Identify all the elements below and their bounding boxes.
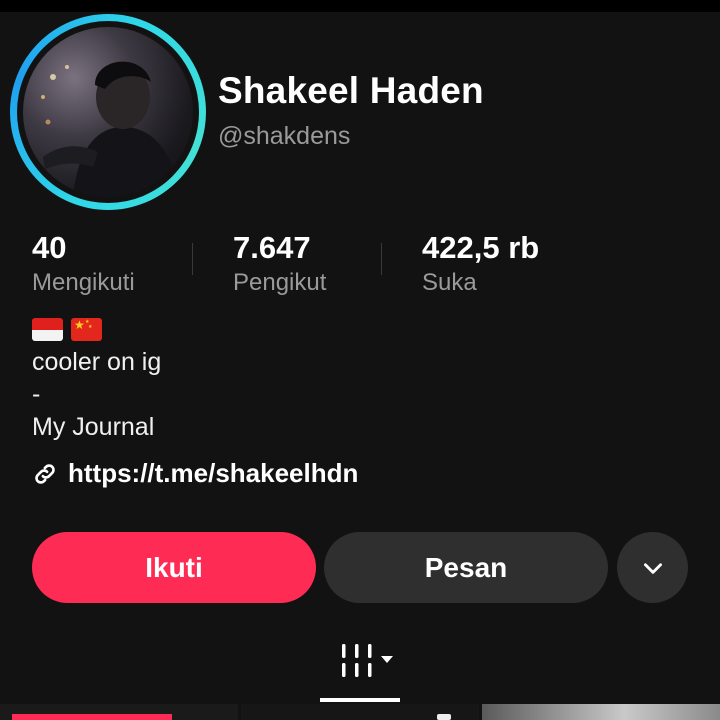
video-thumbnail[interactable] <box>482 704 720 720</box>
active-tab-indicator <box>320 698 400 702</box>
bio-link-text[interactable]: https://t.me/shakeelhdn <box>68 458 358 489</box>
stat-followers-label: Pengikut <box>233 269 327 296</box>
more-suggestions-button[interactable] <box>617 532 688 603</box>
caret-down-icon <box>381 656 393 663</box>
follow-button[interactable]: Ikuti <box>32 532 316 603</box>
stat-followers-value: 7.647 <box>233 230 311 265</box>
bio-line: My Journal <box>32 413 155 441</box>
stat-followers[interactable]: 7.647 Pengikut <box>233 230 326 298</box>
stat-following-label: Mengikuti <box>32 269 135 296</box>
message-button[interactable]: Pesan <box>324 532 608 603</box>
stat-following-value: 40 <box>32 230 67 265</box>
stat-divider <box>192 243 193 275</box>
avatar-photo <box>41 61 181 197</box>
video-thumbnail[interactable] <box>241 704 479 720</box>
chevron-down-icon <box>643 562 662 574</box>
china-flag-icon: ★ ★ ★ <box>71 318 102 341</box>
video-grid <box>0 704 720 720</box>
indonesia-flag-icon <box>32 318 63 341</box>
stat-likes: 422,5 rb Suka <box>422 230 539 298</box>
status-bar-edge <box>0 0 720 12</box>
profile-handle: @shakdens <box>218 122 351 150</box>
bio-line: cooler on ig <box>32 348 162 376</box>
video-thumbnail[interactable] <box>0 704 238 720</box>
avatar[interactable] <box>23 27 193 197</box>
stat-likes-label: Suka <box>422 269 477 296</box>
profile-name: Shakeel Haden <box>218 70 484 111</box>
bio-line: - <box>32 380 41 408</box>
stat-following[interactable]: 40 Mengikuti <box>32 230 135 298</box>
bio-link[interactable]: https://t.me/shakeelhdn <box>32 458 358 489</box>
stat-divider <box>381 243 382 275</box>
tab-videos[interactable] <box>340 642 394 678</box>
videos-grid-icon <box>342 644 372 677</box>
stat-likes-value: 422,5 rb <box>422 230 540 265</box>
story-ring[interactable] <box>10 14 206 210</box>
bio-flags: ★ ★ ★ <box>32 318 102 341</box>
link-icon <box>35 463 55 484</box>
